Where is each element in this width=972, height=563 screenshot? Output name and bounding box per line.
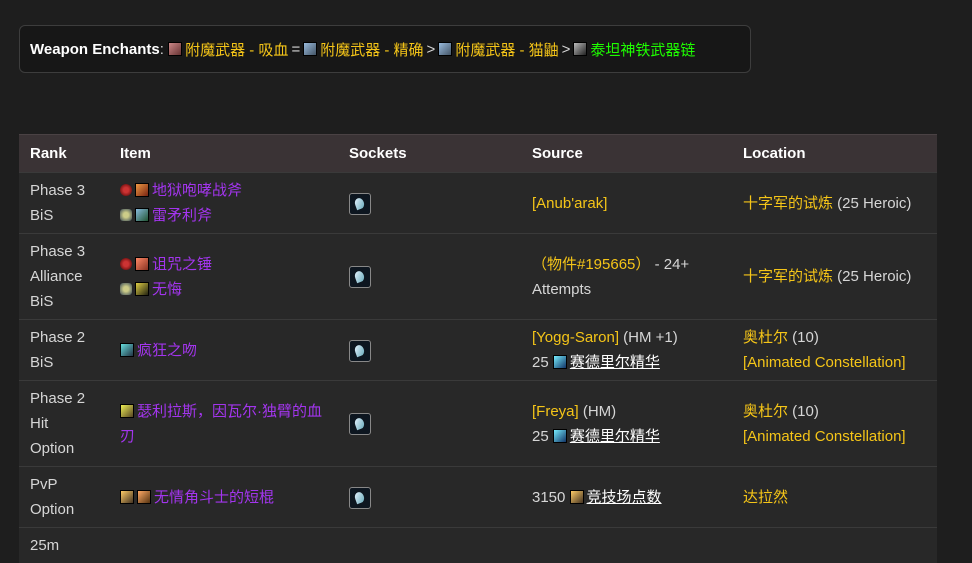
prismatic-socket-icon[interactable]: [349, 413, 371, 435]
zone-link[interactable]: 奥杜尔: [743, 329, 788, 346]
axe-icon: [135, 183, 149, 197]
item-link[interactable]: 无情角斗士的短棍: [154, 489, 274, 506]
alliance-icon: [120, 283, 132, 295]
rank-cell: 25m: [19, 528, 109, 563]
header-sockets[interactable]: Sockets: [338, 135, 521, 173]
currency-link[interactable]: 竞技场点数: [587, 489, 662, 506]
staff-icon: [137, 490, 151, 504]
prismatic-socket-icon[interactable]: [349, 487, 371, 509]
horde-icon: [120, 184, 132, 196]
location-cell: 十字军的试炼 (25 Heroic): [732, 234, 937, 320]
arena-points-icon: [570, 490, 584, 504]
enchant-link-lifesteal[interactable]: 附魔武器 - 吸血: [185, 39, 288, 60]
rank-cell: Phase 2HitOption: [19, 381, 109, 467]
location-cell: 达拉然: [732, 467, 937, 528]
header-source[interactable]: Source: [521, 135, 732, 173]
item-cell: 诅咒之锤 无悔: [109, 234, 338, 320]
pvp-chest-icon: [120, 490, 134, 504]
currency-link[interactable]: 赛德里尔精华: [570, 354, 660, 371]
currency-link[interactable]: 赛德里尔精华: [570, 428, 660, 445]
socket-cell: [338, 320, 521, 381]
horde-icon: [120, 258, 132, 270]
rank-cell: Phase 3AllianceBiS: [19, 234, 109, 320]
boss-link[interactable]: [Yogg-Saron]: [532, 329, 619, 346]
header-rank[interactable]: Rank: [19, 135, 109, 173]
source-cell: [521, 528, 732, 563]
weapon-enchants-panel: Weapon Enchants: 附魔武器 - 吸血 = 附魔武器 - 精确 >…: [19, 25, 751, 73]
item-link[interactable]: 地狱咆哮战斧: [152, 182, 242, 199]
gear-table: Rank Item Sockets Source Location Phase …: [19, 134, 937, 563]
item-cell: 疯狂之吻: [109, 320, 338, 381]
socket-cell: [338, 381, 521, 467]
rank-cell: PvPOption: [19, 467, 109, 528]
table-row: Phase 2BiS 疯狂之吻 [Yogg-Saron] (HM +1)25 赛…: [19, 320, 937, 381]
zone-link[interactable]: 奥杜尔: [743, 403, 788, 420]
item-cell: 瑟利拉斯，因瓦尔·独臂的血刃: [109, 381, 338, 467]
item-link[interactable]: 雷矛利斧: [152, 207, 212, 224]
source-cell: [Anub'arak]: [521, 173, 732, 234]
location-cell: [732, 528, 937, 563]
source-cell: [Freya] (HM)25 赛德里尔精华: [521, 381, 732, 467]
item-cell: 地狱咆哮战斧 雷矛利斧: [109, 173, 338, 234]
scroll-icon: [168, 42, 182, 56]
prismatic-socket-icon[interactable]: [349, 193, 371, 215]
enchant-link-accuracy[interactable]: 附魔武器 - 精确: [320, 39, 423, 60]
enchant-link-mongoose[interactable]: 附魔武器 - 猫鼬: [455, 39, 558, 60]
npc-link[interactable]: [Animated Constellation]: [743, 354, 906, 371]
rank-cell: Phase 2BiS: [19, 320, 109, 381]
scroll-icon: [438, 42, 452, 56]
location-cell: 十字军的试炼 (25 Heroic): [732, 173, 937, 234]
zone-link[interactable]: 十字军的试炼: [743, 195, 833, 212]
socket-cell: [338, 467, 521, 528]
socket-cell: [338, 173, 521, 234]
location-cell: 奥杜尔 (10)[Animated Constellation]: [732, 381, 937, 467]
rank-cell: Phase 3BiS: [19, 173, 109, 234]
boss-link[interactable]: [Freya]: [532, 403, 579, 420]
separator: >: [562, 41, 571, 58]
prismatic-socket-icon[interactable]: [349, 266, 371, 288]
siderial-essence-icon: [553, 355, 567, 369]
source-cell: （物件#195665） - 24+Attempts: [521, 234, 732, 320]
item-link[interactable]: 诅咒之锤: [152, 256, 212, 273]
item-link[interactable]: 无悔: [152, 281, 182, 298]
table-row: 25m: [19, 528, 937, 563]
siderial-essence-icon: [553, 429, 567, 443]
dagger-icon: [120, 343, 134, 357]
header-item[interactable]: Item: [109, 135, 338, 173]
object-link[interactable]: （物件#195665）: [532, 256, 650, 273]
separator: >: [427, 41, 436, 58]
table-row: Phase 3AllianceBiS 诅咒之锤 无悔 （物件#195665） -…: [19, 234, 937, 320]
alliance-icon: [120, 209, 132, 221]
mace-icon: [135, 257, 149, 271]
zone-link[interactable]: 十字军的试炼: [743, 268, 833, 285]
sword-icon: [120, 404, 134, 418]
socket-cell: [338, 234, 521, 320]
separator: =: [291, 41, 300, 58]
item-cell: [109, 528, 338, 563]
source-cell: 3150 竞技场点数: [521, 467, 732, 528]
mace-icon: [135, 282, 149, 296]
enchant-link-titanium-chain[interactable]: 泰坦神铁武器链: [590, 39, 695, 60]
table-row: Phase 3BiS 地狱咆哮战斧 雷矛利斧 [Anub'arak] 十字军的试…: [19, 173, 937, 234]
scroll-icon: [303, 42, 317, 56]
prismatic-socket-icon[interactable]: [349, 340, 371, 362]
item-link[interactable]: 瑟利拉斯，因瓦尔·独臂的血刃: [120, 403, 322, 445]
item-link[interactable]: 疯狂之吻: [137, 342, 197, 359]
header-location[interactable]: Location: [732, 135, 937, 173]
colon: :: [160, 41, 164, 58]
location-cell: 奥杜尔 (10)[Animated Constellation]: [732, 320, 937, 381]
item-cell: 无情角斗士的短棍: [109, 467, 338, 528]
chain-icon: [573, 42, 587, 56]
axe-icon: [135, 208, 149, 222]
weapon-enchants-label: Weapon Enchants: [30, 41, 160, 58]
source-cell: [Yogg-Saron] (HM +1)25 赛德里尔精华: [521, 320, 732, 381]
socket-cell: [338, 528, 521, 563]
table-row: Phase 2HitOption 瑟利拉斯，因瓦尔·独臂的血刃 [Freya] …: [19, 381, 937, 467]
boss-link[interactable]: [Anub'arak]: [532, 195, 607, 212]
npc-link[interactable]: [Animated Constellation]: [743, 428, 906, 445]
table-header-row: Rank Item Sockets Source Location: [19, 135, 937, 173]
table-row: PvPOption 无情角斗士的短棍 3150 竞技场点数 达拉然: [19, 467, 937, 528]
zone-link[interactable]: 达拉然: [743, 489, 788, 506]
